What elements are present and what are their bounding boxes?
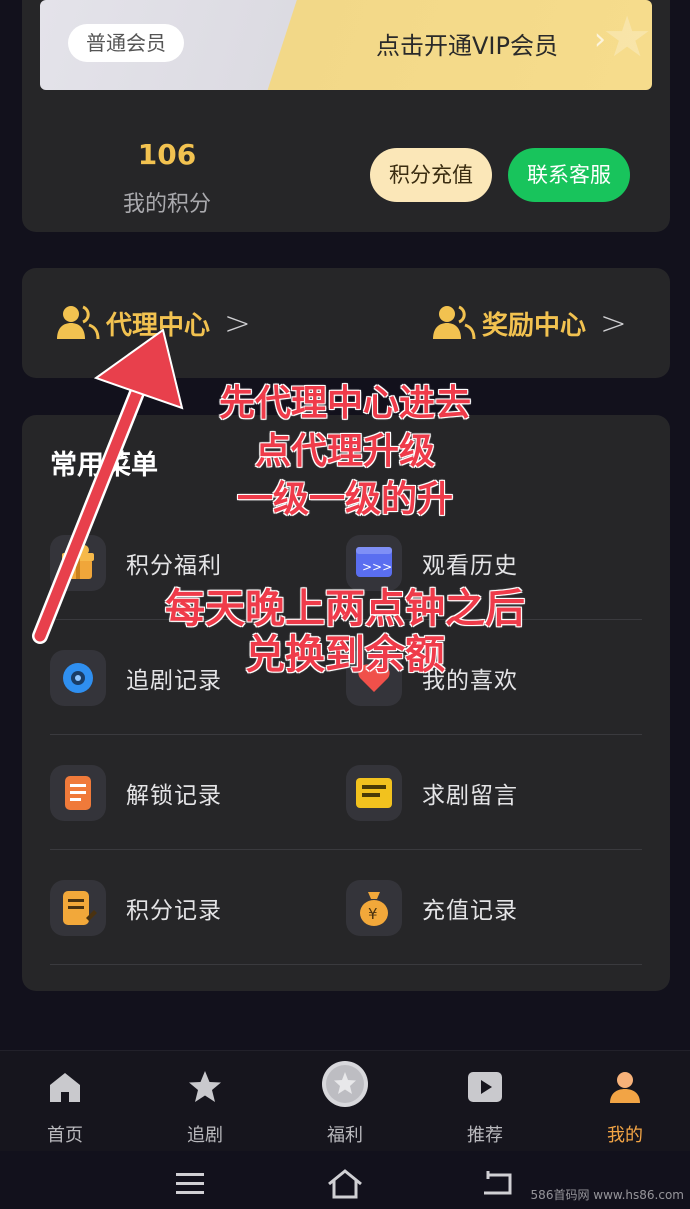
tab-label: 首页 (47, 1125, 83, 1146)
home-icon (15, 1067, 115, 1107)
chevron-right-icon: > (600, 304, 627, 342)
chevron-right-icon: > (224, 304, 251, 342)
users-icon (56, 303, 102, 343)
points-recharge-button[interactable]: 积分充值 (370, 148, 492, 202)
member-level-tag: 普通会员 (68, 24, 184, 62)
chevron-right-icon: › (594, 22, 606, 57)
menu-row: 积分记录 ¥ 充值记录 (50, 850, 642, 965)
points-value: 106 (137, 138, 197, 171)
agent-center-label: 代理中心 (106, 310, 211, 341)
vip-banner[interactable]: 普通会员 ★ 点击开通VIP会员 › (40, 0, 652, 90)
menu-item-label: 充值记录 (422, 898, 518, 924)
tab-follow[interactable]: 追剧 (155, 1067, 255, 1147)
record-icon (50, 650, 106, 706)
annotation-instructions: 先代理中心进去 点代理升级 一级一级的升 (170, 380, 520, 524)
menu-item-points-welfare[interactable]: 积分福利 (50, 535, 222, 591)
menu-item-label: 求剧留言 (422, 783, 518, 809)
tab-mine[interactable]: 我的 (575, 1067, 675, 1147)
tab-recommend[interactable]: 推荐 (435, 1067, 535, 1147)
menu-item-label: 解锁记录 (126, 783, 222, 809)
star-icon (155, 1067, 255, 1107)
vip-star-icon: ★ (602, 5, 652, 70)
tab-label: 福利 (327, 1125, 363, 1146)
tab-home[interactable]: 首页 (15, 1067, 115, 1147)
svg-text:¥: ¥ (368, 905, 378, 923)
menu-title: 常用菜单 (50, 450, 158, 481)
annotation-line: 点代理升级 (254, 431, 435, 472)
reward-center-link[interactable]: 奖励中心 > (432, 300, 627, 346)
gift-icon (50, 535, 106, 591)
home-nav-icon[interactable] (325, 1167, 365, 1201)
unlock-record-icon (50, 765, 106, 821)
tab-label: 推荐 (467, 1125, 503, 1146)
users-icon (432, 303, 478, 343)
member-card: 普通会员 ★ 点击开通VIP会员 › 106 我的积分 积分充值 联系客服 (22, 0, 670, 232)
welfare-icon (295, 1061, 395, 1107)
vip-cta-label: 点击开通VIP会员 (376, 32, 558, 60)
menu-row: 解锁记录 求剧留言 (50, 735, 642, 850)
user-icon (575, 1067, 675, 1107)
play-icon (435, 1067, 535, 1107)
annotation-line: 先代理中心进去 (218, 383, 471, 424)
back-icon[interactable] (480, 1167, 520, 1201)
menu-item-recharge-record[interactable]: ¥ 充值记录 (346, 880, 518, 936)
money-bag-icon: ¥ (346, 880, 402, 936)
menu-item-watch-history[interactable]: >>> 观看历史 (346, 535, 518, 591)
tab-label: 我的 (607, 1125, 643, 1146)
menu-item-unlock-record[interactable]: 解锁记录 (50, 765, 222, 821)
menu-item-points-record[interactable]: 积分记录 (50, 880, 222, 936)
annotation-line: 兑换到余额 (245, 632, 445, 678)
centers-card: 代理中心 > 奖励中心 > (22, 268, 670, 378)
bottom-tab-bar: 首页 追剧 福利 推荐 我的 (0, 1050, 690, 1151)
system-nav-bar: 586首码网 www.hs86.com (0, 1155, 690, 1209)
menu-item-request-message[interactable]: 求剧留言 (346, 765, 518, 821)
menu-icon[interactable] (170, 1167, 210, 1201)
history-icon: >>> (346, 535, 402, 591)
tab-welfare[interactable]: 福利 (295, 1061, 395, 1147)
divider (50, 964, 642, 965)
tab-label: 追剧 (187, 1125, 223, 1146)
svg-text:>>>: >>> (362, 560, 392, 574)
annotation-line: 每天晚上两点钟之后 (165, 586, 525, 632)
watermark: 586首码网 www.hs86.com (530, 1188, 684, 1202)
annotation-line: 一级一级的升 (236, 479, 453, 520)
menu-item-label: 观看历史 (422, 553, 518, 579)
agent-center-link[interactable]: 代理中心 > (56, 300, 251, 346)
contact-service-button[interactable]: 联系客服 (508, 148, 630, 202)
menu-item-label: 积分福利 (126, 553, 222, 579)
reward-center-label: 奖励中心 (482, 310, 587, 341)
message-icon (346, 765, 402, 821)
menu-item-label: 积分记录 (126, 898, 222, 924)
points-record-icon (50, 880, 106, 936)
annotation-exchange-note: 每天晚上两点钟之后 兑换到余额 (100, 586, 590, 678)
points-label: 我的积分 (122, 192, 211, 217)
